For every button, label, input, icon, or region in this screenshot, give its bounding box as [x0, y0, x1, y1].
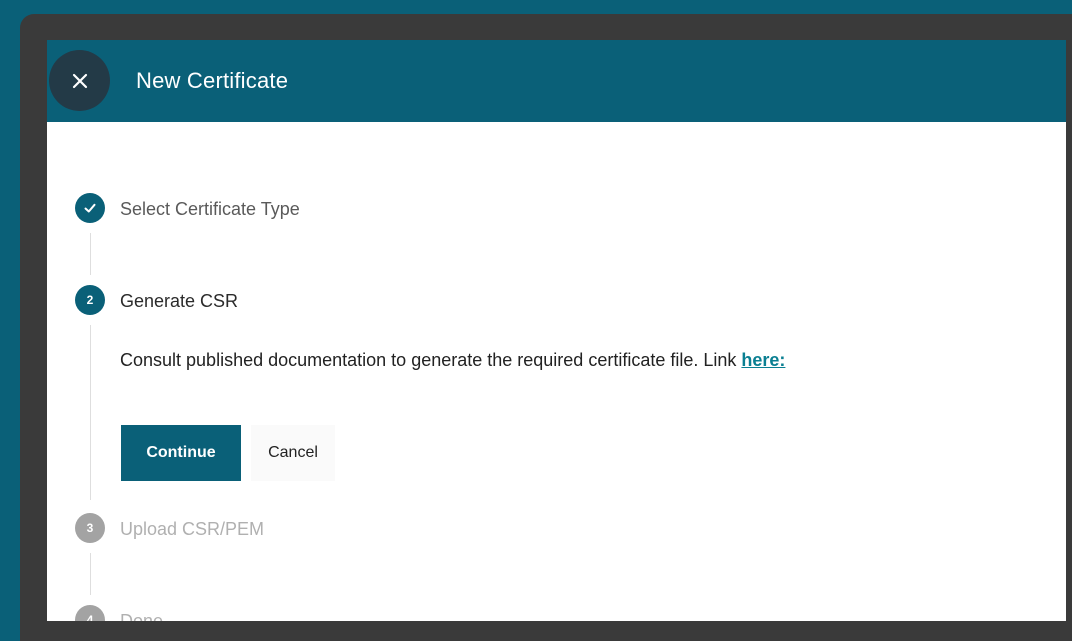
step-3-indicator: 3 [75, 513, 105, 543]
continue-button[interactable]: Continue [121, 425, 241, 481]
step-4-label: Done [120, 611, 164, 621]
documentation-link[interactable]: here: [741, 350, 785, 370]
step-2-indicator: 2 [75, 285, 105, 315]
step-connector [90, 553, 91, 595]
step-1-label: Select Certificate Type [120, 199, 300, 219]
step-connector [90, 233, 91, 275]
dialog-title: New Certificate [136, 68, 289, 93]
close-button[interactable] [49, 50, 110, 111]
step-3-label: Upload CSR/PEM [120, 519, 265, 539]
step-connector [90, 325, 91, 500]
step-2-instruction: Consult published documentation to gener… [120, 350, 785, 371]
stepper: Select Certificate Type 2 Generate CSR C… [47, 122, 1066, 621]
check-icon [84, 203, 96, 213]
dialog-header: New Certificate [47, 40, 1066, 122]
new-certificate-dialog: New Certificate Select Certificate Type … [47, 40, 1066, 621]
instruction-text: Consult published documentation to gener… [120, 350, 737, 370]
step-2-label: Generate CSR [120, 291, 239, 311]
cancel-button[interactable]: Cancel [251, 425, 335, 481]
step-4-indicator: 4 [75, 605, 105, 621]
step-1-indicator [75, 193, 105, 223]
close-icon [72, 73, 87, 88]
